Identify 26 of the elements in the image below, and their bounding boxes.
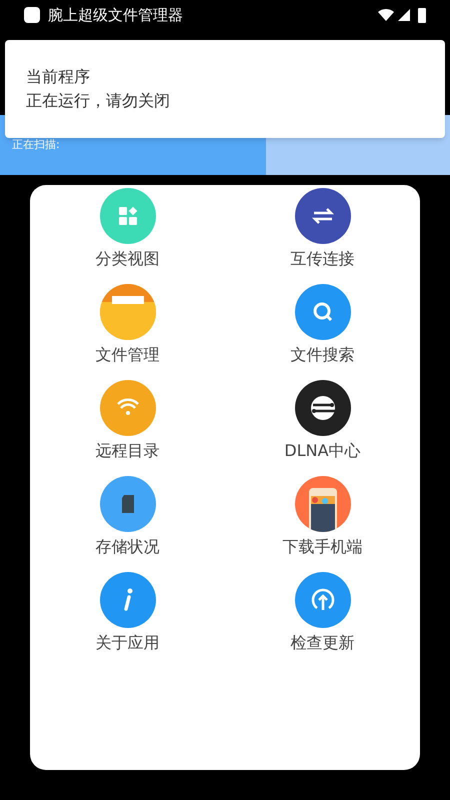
menu-item[interactable]: 关于应用 bbox=[30, 572, 225, 668]
search-icon bbox=[294, 284, 350, 340]
grid-icon bbox=[100, 188, 156, 244]
battery-icon bbox=[418, 7, 426, 23]
notification-heading: 当前程序 bbox=[26, 66, 91, 88]
menu-item[interactable]: 文件搜索 bbox=[225, 284, 420, 380]
connection-icon bbox=[294, 380, 350, 436]
menu-item[interactable]: 存储状况 bbox=[30, 476, 225, 572]
menu-item[interactable]: 分类视图 bbox=[30, 188, 225, 284]
wifi-icon bbox=[100, 380, 156, 436]
notification-title: 腕上超级文件管理器 bbox=[48, 4, 183, 26]
menu-item[interactable]: 互传连接 bbox=[225, 188, 420, 284]
menu-item[interactable]: 下载手机端 bbox=[225, 476, 420, 572]
info-icon bbox=[100, 572, 156, 628]
scan-label: 正在扫描: bbox=[11, 137, 61, 153]
menu-item[interactable]: 检查更新 bbox=[225, 572, 420, 668]
notification-text: 正在运行，请勿关闭 bbox=[26, 90, 171, 112]
cell-signal-icon bbox=[398, 9, 410, 21]
transfer-arrows-icon bbox=[294, 188, 350, 244]
wifi-signal-icon bbox=[378, 7, 394, 23]
menu-item[interactable]: DLNA中心 bbox=[225, 380, 420, 476]
menu-item[interactable]: 远程目录 bbox=[30, 380, 225, 476]
menu-item[interactable]: 文件管理 bbox=[30, 284, 225, 380]
upload-icon bbox=[294, 572, 350, 628]
sd-card-icon bbox=[100, 476, 156, 532]
app-icon bbox=[24, 7, 40, 23]
